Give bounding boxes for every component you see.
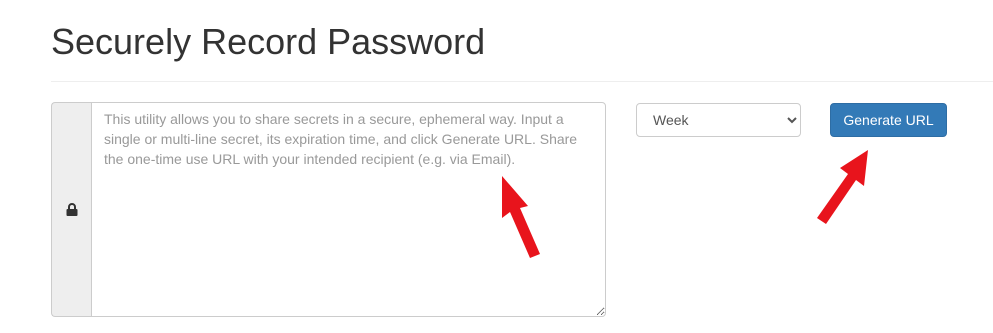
lock-icon [66, 203, 77, 216]
lock-addon [51, 102, 91, 317]
expiration-select[interactable]: Week [636, 103, 801, 137]
generate-url-button[interactable]: Generate URL [830, 103, 947, 137]
page-title: Securely Record Password [51, 21, 486, 62]
divider [51, 81, 993, 82]
secret-input-group [51, 102, 606, 317]
secret-textarea[interactable] [91, 102, 606, 317]
red-arrow-icon [817, 150, 868, 224]
page: Securely Record Password Week Generate U… [0, 0, 993, 333]
